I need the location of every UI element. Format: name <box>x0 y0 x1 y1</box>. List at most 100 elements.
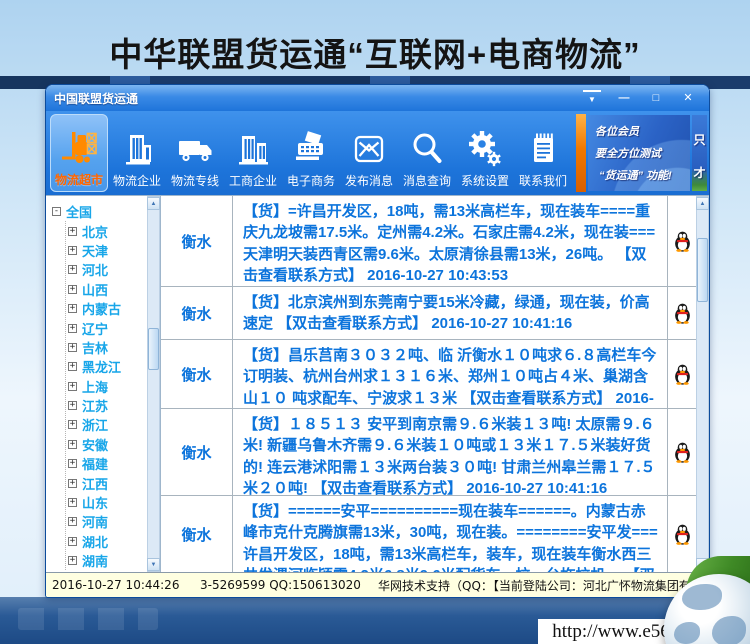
plus-box-icon[interactable]: + <box>68 285 77 294</box>
plus-box-icon[interactable]: + <box>68 343 77 352</box>
tree-node-shanxi[interactable]: + 山西 <box>66 280 145 299</box>
message-row[interactable]: 衡水 【货】=许昌开发区，18吨，需13米高栏车，现在装车====重庆九龙坡需1… <box>161 196 696 287</box>
message-row[interactable]: 衡水 【货】昌乐莒南３０３２吨、临 沂衡水１０吨求６.８高栏车今订明装、杭州台州… <box>161 340 696 409</box>
plus-box-icon[interactable]: + <box>68 556 77 565</box>
plus-box-icon[interactable]: + <box>68 382 77 391</box>
plus-box-icon[interactable]: + <box>68 324 77 333</box>
plus-box-icon[interactable]: + <box>68 265 77 274</box>
toolbar-button-contact-us[interactable]: 联系我们 <box>514 114 572 192</box>
globe-land <box>712 616 746 644</box>
status-contact: 3-5269599 QQ:150613020 <box>200 578 378 592</box>
message-text[interactable]: 【货】１８５１３ 安平到南京需９.６米装１３吨! 太原需９.６米! 新疆乌鲁木齐… <box>233 409 667 495</box>
message-table: 衡水 【货】=许昌开发区，18吨，需13米高栏车，现在装车====重庆九龙坡需1… <box>160 196 696 572</box>
toolbar: 物流超市 <box>46 111 709 195</box>
message-text[interactable]: 【货】=许昌开发区，18吨，需13米高栏车，现在装车====重庆九龙坡需17.5… <box>233 196 667 286</box>
gear-icon <box>465 129 505 169</box>
scroll-up-icon[interactable]: ▲ <box>147 197 160 210</box>
tree-node-zhejiang[interactable]: + 浙江 <box>66 415 145 434</box>
sidebar-scroll-thumb[interactable] <box>148 328 159 370</box>
tree-node-shanghai[interactable]: +上海 <box>66 377 145 396</box>
tree-node-shandong[interactable]: + 山东 <box>66 493 145 512</box>
plus-box-icon[interactable]: + <box>68 517 77 526</box>
plus-box-icon[interactable]: + <box>68 440 77 449</box>
region-tree: - 全国 +北京 +天津 +河北 + 山西 +内蒙古 +辽宁 + 吉林 +黑龙江 +… <box>46 196 147 572</box>
minus-box-icon[interactable]: - <box>52 207 61 216</box>
tree-node-jilin[interactable]: + 吉林 <box>66 338 145 357</box>
tree-node-hebei[interactable]: +河北 <box>66 260 145 279</box>
promo-marquee-edge: 只 才 <box>692 115 707 191</box>
qq-contact-cell[interactable] <box>667 196 696 286</box>
plus-box-icon[interactable]: + <box>68 479 77 488</box>
tree-node-jiangxi[interactable]: +江西 <box>66 473 145 492</box>
region-cell: 衡水 <box>161 340 233 408</box>
tree-node-tianjin[interactable]: +天津 <box>66 241 145 260</box>
rollup-icon[interactable]: ▼ <box>583 90 601 107</box>
plus-box-icon[interactable]: + <box>68 401 77 410</box>
toolbar-button-system-settings[interactable]: 系统设置 <box>456 114 514 192</box>
plus-box-icon[interactable]: + <box>68 246 77 255</box>
tree-node-anhui[interactable]: +安徽 <box>66 435 145 454</box>
toolbar-button-commercial-companies[interactable]: 工商企业 <box>224 114 282 192</box>
tree-node-neimenggu[interactable]: +内蒙古 <box>66 299 145 318</box>
message-text[interactable]: 【货】北京滨州到东莞南宁要15米冷藏，绿通，现在装，价高速定 【双击查看联系方式… <box>233 287 667 339</box>
tree-node-beijing[interactable]: +北京 <box>66 221 145 240</box>
promo-edge-char: 只 <box>693 131 705 148</box>
qq-contact-cell[interactable] <box>667 496 696 572</box>
promo-banner: 各位会员 要全方位测试 “货运通” 功能! <box>588 115 690 191</box>
toolbar-label: 物流超市 <box>55 171 103 188</box>
minimize-icon[interactable]: — <box>615 91 633 105</box>
plus-box-icon[interactable]: + <box>68 227 77 236</box>
tree-node-root[interactable]: - 全国 <box>52 202 145 221</box>
qq-contact-cell[interactable] <box>667 287 696 339</box>
toolbar-button-logistics-companies[interactable]: 物流企业 <box>108 114 166 192</box>
qq-contact-cell[interactable] <box>667 340 696 408</box>
tree-node-heilongjiang[interactable]: +黑龙江 <box>66 357 145 376</box>
sidebar-scroll-track[interactable] <box>148 210 159 558</box>
tree-label: 山西 <box>82 280 108 299</box>
toolbar-label: 物流企业 <box>113 172 161 189</box>
plus-box-icon[interactable]: + <box>68 420 77 429</box>
region-cell: 衡水 <box>161 287 233 339</box>
tree-label: 吉林 <box>82 338 108 357</box>
page-title: 中华联盟货运通“互联网+电商物流” <box>0 28 750 76</box>
toolbar-button-message-query[interactable]: 消息查询 <box>398 114 456 192</box>
plus-box-icon[interactable]: + <box>68 304 77 313</box>
promo-line: 要全方位测试 <box>595 143 685 165</box>
message-list-scrollbar[interactable]: ▲ ▼ <box>696 196 709 572</box>
watermark <box>18 608 158 630</box>
message-scroll-track[interactable] <box>697 210 708 558</box>
scroll-down-icon[interactable]: ▼ <box>147 558 160 571</box>
tree-label: 山东 <box>82 493 108 512</box>
tree-label: 浙江 <box>82 415 108 434</box>
toolbar-button-freight-supermarket[interactable]: 物流超市 <box>50 114 108 192</box>
truck-icon <box>175 129 215 169</box>
plus-box-icon[interactable]: + <box>68 459 77 468</box>
message-row[interactable]: 衡水 【货】１８５１３ 安平到南京需９.６米装１３吨! 太原需９.６米! 新疆乌… <box>161 409 696 496</box>
plus-box-icon[interactable]: + <box>68 498 77 507</box>
toolbar-button-e-commerce[interactable]: 电子商务 <box>282 114 340 192</box>
tree-node-hunan[interactable]: +湖南 <box>66 551 145 570</box>
qq-penguin-icon <box>674 442 691 463</box>
region-cell: 衡水 <box>161 196 233 286</box>
tree-node-henan[interactable]: +河南 <box>66 512 145 531</box>
message-text[interactable]: 【货】======安平==========现在装车======。内蒙古赤峰市克什… <box>233 496 667 572</box>
message-row[interactable]: 衡水 【货】======安平==========现在装车======。内蒙古赤峰… <box>161 496 696 572</box>
window-titlebar[interactable]: 中国联盟货运通 ▼ — □ ✕ <box>46 85 709 111</box>
maximize-icon[interactable]: □ <box>647 91 665 105</box>
qq-penguin-icon <box>674 364 691 385</box>
message-row[interactable]: 衡水 【货】北京滨州到东莞南宁要15米冷藏，绿通，现在装，价高速定 【双击查看联… <box>161 287 696 340</box>
toolbar-button-logistics-lines[interactable]: 物流专线 <box>166 114 224 192</box>
sidebar-scrollbar[interactable]: ▲ ▼ <box>147 196 160 572</box>
close-icon[interactable]: ✕ <box>679 91 697 105</box>
scroll-up-icon[interactable]: ▲ <box>696 197 709 210</box>
toolbar-button-publish-message[interactable]: 发布消息 <box>340 114 398 192</box>
tree-node-jiangsu[interactable]: +江苏 <box>66 396 145 415</box>
tree-node-fujian[interactable]: +福建 <box>66 454 145 473</box>
message-scroll-thumb[interactable] <box>697 238 708 302</box>
tree-node-liaoning[interactable]: +辽宁 <box>66 318 145 337</box>
tree-node-hubei[interactable]: +湖北 <box>66 532 145 551</box>
message-text[interactable]: 【货】昌乐莒南３０３２吨、临 沂衡水１０吨求６.８高栏车今订明装、杭州台州求１３… <box>233 340 667 408</box>
plus-box-icon[interactable]: + <box>68 362 77 371</box>
plus-box-icon[interactable]: + <box>68 537 77 546</box>
qq-contact-cell[interactable] <box>667 409 696 495</box>
